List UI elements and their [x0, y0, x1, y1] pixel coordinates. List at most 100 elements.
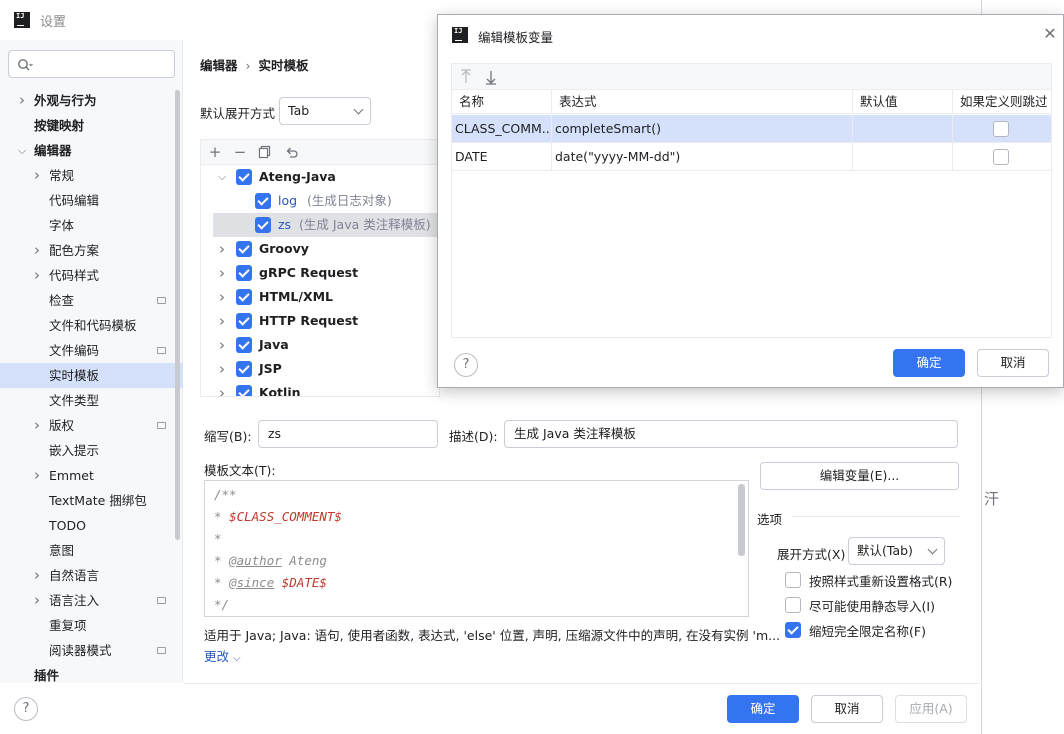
chevron-right-icon[interactable]: ›: [31, 588, 43, 613]
template-checkbox[interactable]: [236, 241, 252, 257]
col-name[interactable]: 名称: [452, 90, 552, 114]
dialog-ok-button[interactable]: 确定: [893, 349, 965, 377]
variable-default-value[interactable]: [853, 115, 953, 143]
template-checkbox[interactable]: [255, 217, 271, 233]
breadcrumb-editor[interactable]: 编辑器: [200, 58, 238, 73]
chevron-right-icon[interactable]: ›: [31, 263, 43, 288]
dialog-help-button[interactable]: ?: [454, 353, 478, 377]
move-up-icon[interactable]: [459, 69, 473, 85]
help-button[interactable]: ?: [14, 697, 38, 721]
sidebar-item[interactable]: 文件和代码模板: [0, 313, 183, 338]
chevron-right-icon[interactable]: ›: [216, 261, 228, 285]
chevron-right-icon[interactable]: ›: [216, 357, 228, 381]
sidebar-item[interactable]: › 语言注入: [0, 588, 183, 613]
template-checkbox[interactable]: [255, 193, 271, 209]
col-expression[interactable]: 表达式: [552, 90, 853, 114]
template-checkbox[interactable]: [236, 361, 252, 377]
template-group[interactable]: ⌵ Ateng-Java: [201, 165, 439, 189]
close-icon[interactable]: ✕: [1043, 26, 1057, 42]
template-checkbox[interactable]: [236, 289, 252, 305]
template-group[interactable]: › HTML/XML: [201, 285, 439, 309]
move-down-icon[interactable]: [484, 69, 498, 85]
chevron-right-icon[interactable]: ›: [216, 381, 228, 396]
sidebar-item[interactable]: 阅读器模式: [0, 638, 183, 663]
sidebar-item[interactable]: 意图: [0, 538, 183, 563]
copy-icon[interactable]: [256, 143, 274, 161]
undo-icon[interactable]: [283, 143, 301, 161]
chevron-right-icon[interactable]: ›: [31, 413, 43, 438]
description-input[interactable]: 生成 Java 类注释模板: [504, 420, 958, 448]
template-text-editor[interactable]: /** * $CLASS_COMMENT$ * * @author Ateng * @s…: [204, 480, 749, 617]
apply-button[interactable]: 应用(A): [895, 695, 967, 723]
variable-name[interactable]: CLASS_COMM...: [452, 115, 552, 143]
template-item[interactable]: log (生成日志对象): [201, 189, 439, 213]
edit-variables-button[interactable]: 编辑变量(E)...: [760, 462, 959, 490]
sidebar-item[interactable]: ⌵ 编辑器: [0, 138, 183, 163]
chevron-right-icon[interactable]: ›: [31, 238, 43, 263]
default-expand-select[interactable]: Tab: [279, 97, 371, 125]
sidebar-item[interactable]: › Emmet: [0, 463, 183, 488]
template-item[interactable]: zs (生成 Java 类注释模板): [213, 213, 439, 237]
template-group[interactable]: › JSP: [201, 357, 439, 381]
sidebar-item[interactable]: › 常规: [0, 163, 183, 188]
template-checkbox[interactable]: [236, 169, 252, 185]
chevron-right-icon[interactable]: ›: [216, 285, 228, 309]
template-checkbox[interactable]: [236, 265, 252, 281]
sidebar-item[interactable]: 插件: [0, 663, 183, 688]
sidebar-item[interactable]: › 自然语言: [0, 563, 183, 588]
add-icon[interactable]: +: [206, 143, 224, 161]
sidebar-item[interactable]: 按键映射: [0, 113, 183, 138]
chevron-down-icon[interactable]: ⌵: [216, 165, 228, 189]
sidebar-item[interactable]: 重复项: [0, 613, 183, 638]
sidebar-item[interactable]: › 版权: [0, 413, 183, 438]
option-checkbox[interactable]: [785, 622, 801, 638]
abbreviation-input[interactable]: zs: [258, 420, 438, 448]
chevron-right-icon[interactable]: ›: [216, 309, 228, 333]
sidebar-item[interactable]: TextMate 捆绑包: [0, 488, 183, 513]
cancel-button[interactable]: 取消: [811, 695, 883, 723]
template-group[interactable]: › HTTP Request: [201, 309, 439, 333]
expand-with-select[interactable]: 默认(Tab): [848, 537, 945, 565]
variable-row[interactable]: CLASS_COMM... completeSmart(): [452, 115, 1051, 143]
variable-default-value[interactable]: [853, 143, 953, 171]
sidebar-item[interactable]: 文件类型: [0, 388, 183, 413]
template-checkbox[interactable]: [236, 385, 252, 396]
variable-expression[interactable]: date("yyyy-MM-dd"): [552, 143, 853, 171]
template-group[interactable]: › gRPC Request: [201, 261, 439, 285]
variable-expression[interactable]: completeSmart(): [552, 115, 853, 143]
change-contexts-link[interactable]: 更改 ⌵: [204, 646, 241, 665]
skip-if-defined-checkbox[interactable]: [993, 121, 1009, 137]
template-checkbox[interactable]: [236, 313, 252, 329]
remove-icon[interactable]: −: [231, 143, 249, 161]
template-group[interactable]: › Java: [201, 333, 439, 357]
sidebar-item[interactable]: 检查: [0, 288, 183, 313]
variable-row[interactable]: DATE date("yyyy-MM-dd"): [452, 143, 1051, 171]
option-checkbox[interactable]: [785, 572, 801, 588]
chevron-right-icon[interactable]: ›: [31, 163, 43, 188]
search-input[interactable]: [8, 50, 175, 78]
chevron-right-icon[interactable]: ›: [216, 333, 228, 357]
sidebar-item[interactable]: 嵌入提示: [0, 438, 183, 463]
chevron-right-icon[interactable]: ›: [31, 563, 43, 588]
sidebar-item[interactable]: › 外观与行为: [0, 88, 183, 113]
col-skip-if-defined[interactable]: 如果定义则跳过: [953, 90, 1051, 114]
sidebar-item[interactable]: › 代码样式: [0, 263, 183, 288]
skip-if-defined-checkbox[interactable]: [993, 149, 1009, 165]
sidebar-item[interactable]: 实时模板: [0, 363, 183, 388]
chevron-right-icon[interactable]: ›: [216, 237, 228, 261]
template-group[interactable]: › Groovy: [201, 237, 439, 261]
option-checkbox[interactable]: [785, 597, 801, 613]
sidebar-scrollbar[interactable]: [175, 90, 180, 540]
sidebar-item[interactable]: 文件编码: [0, 338, 183, 363]
chevron-right-icon[interactable]: ›: [16, 88, 28, 113]
template-checkbox[interactable]: [236, 337, 252, 353]
sidebar-item[interactable]: 代码编辑: [0, 188, 183, 213]
chevron-down-icon[interactable]: ⌵: [16, 138, 28, 163]
col-default-value[interactable]: 默认值: [853, 90, 953, 114]
dialog-cancel-button[interactable]: 取消: [977, 349, 1049, 377]
ok-button[interactable]: 确定: [727, 695, 799, 723]
chevron-right-icon[interactable]: ›: [31, 463, 43, 488]
sidebar-item[interactable]: 字体: [0, 213, 183, 238]
sidebar-item[interactable]: TODO: [0, 513, 183, 538]
editor-scrollbar[interactable]: [738, 484, 745, 556]
